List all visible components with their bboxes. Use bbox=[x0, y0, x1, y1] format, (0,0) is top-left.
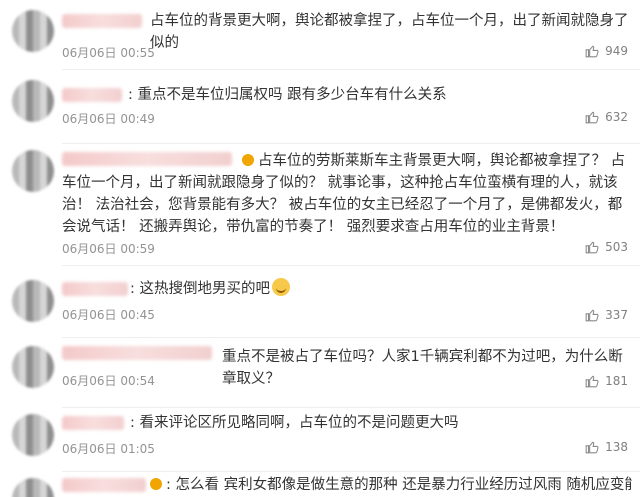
comment-text: : 看来评论区所见略同啊，占车位的不是问题更大吗 bbox=[130, 412, 632, 434]
comment-date: 06月06日 00:54 bbox=[62, 374, 155, 388]
comment-text: 重点不是被占了车位吗？人家1千辆宾利都不为过吧，为什么断章取义？ bbox=[222, 346, 632, 390]
comment-text-content: 占车位的劳斯莱斯车主背景更大啊，舆论都被拿捏了？ 占车位一个月，出了新闻就跟隐身… bbox=[62, 153, 626, 235]
badge-icon bbox=[242, 154, 254, 166]
username[interactable] bbox=[62, 346, 212, 360]
thumbs-up-icon bbox=[585, 111, 599, 124]
username[interactable] bbox=[62, 478, 146, 492]
thumbs-up-icon bbox=[585, 309, 599, 322]
avatar[interactable] bbox=[12, 414, 54, 456]
comment-text: 占车位的劳斯莱斯车主背景更大啊，舆论都被拿捏了？ 占车位一个月，出了新闻就跟隐身… bbox=[62, 150, 632, 238]
comment-item: : 重点不是车位归属权吗 跟有多少台车有什么关系 06月06日 00:49 63… bbox=[0, 70, 640, 144]
avatar[interactable] bbox=[12, 150, 54, 192]
like-count: 181 bbox=[605, 374, 628, 388]
comment-item: : 看来评论区所见略同啊，占车位的不是问题更大吗 06月06日 01:05 13… bbox=[0, 408, 640, 472]
comment-colon: : bbox=[128, 87, 138, 103]
comment-colon: : bbox=[166, 477, 176, 493]
avatar[interactable] bbox=[12, 280, 54, 322]
comment-text: : 重点不是车位归属权吗 跟有多少台车有什么关系 bbox=[128, 84, 632, 106]
comment-text-content: 占车位的背景更大啊，舆论都被拿捏了，占车位一个月，出了新闻就隐身了似的 bbox=[150, 13, 629, 51]
username[interactable] bbox=[62, 416, 124, 430]
like-button[interactable]: 632 bbox=[585, 110, 628, 124]
like-count: 949 bbox=[605, 44, 628, 58]
like-button[interactable]: 181 bbox=[585, 374, 628, 388]
like-button[interactable]: 138 bbox=[585, 440, 628, 454]
avatar[interactable] bbox=[12, 346, 54, 388]
username[interactable] bbox=[62, 282, 128, 296]
comment-date: 06月06日 00:45 bbox=[62, 308, 155, 322]
comment-item: : 怎么看 宾利女都像是做生意的那种 还是暴力行业经历过风雨 随机应变能力巨强 … bbox=[0, 472, 640, 497]
badge-icon bbox=[150, 478, 162, 490]
comment-colon: : bbox=[130, 281, 140, 297]
comment-date: 06月06日 00:49 bbox=[62, 112, 155, 126]
thumbs-up-icon bbox=[585, 45, 599, 58]
comment-date: 06月06日 00:59 bbox=[62, 242, 155, 256]
comment-text: 占车位的背景更大啊，舆论都被拿捏了，占车位一个月，出了新闻就隐身了似的 bbox=[150, 10, 632, 54]
like-count: 503 bbox=[605, 240, 628, 254]
comment-text-content: 这热搜倒地男买的吧 bbox=[139, 281, 271, 297]
comment-date: 06月06日 01:05 bbox=[62, 442, 155, 456]
comment-text: : 怎么看 宾利女都像是做生意的那种 还是暴力行业经历过风雨 随机应变能力巨强 … bbox=[150, 474, 632, 496]
like-button[interactable]: 337 bbox=[585, 308, 628, 322]
avatar[interactable] bbox=[12, 80, 54, 122]
like-count: 337 bbox=[605, 308, 628, 322]
thumbs-up-icon bbox=[585, 441, 599, 454]
like-button[interactable]: 503 bbox=[585, 240, 628, 254]
comment-text-content: 怎么看 宾利女都像是做生意的那种 还是暴力行业经历过风雨 随机应变能力巨强 不像 bbox=[175, 477, 633, 493]
avatar[interactable] bbox=[12, 478, 54, 497]
comment-item: 重点不是被占了车位吗？人家1千辆宾利都不为过吧，为什么断章取义？ 06月06日 … bbox=[0, 338, 640, 408]
comment-item: 占车位的劳斯莱斯车主背景更大啊，舆论都被拿捏了？ 占车位一个月，出了新闻就跟隐身… bbox=[0, 144, 640, 266]
username[interactable] bbox=[62, 14, 142, 28]
comment-item: : 这热搜倒地男买的吧 06月06日 00:45 337 bbox=[0, 266, 640, 338]
thumbs-up-icon bbox=[585, 375, 599, 388]
like-count: 632 bbox=[605, 110, 628, 124]
comment-text: : 这热搜倒地男买的吧 bbox=[130, 278, 632, 300]
comment-feed: 占车位的背景更大啊，舆论都被拿捏了，占车位一个月，出了新闻就隐身了似的 06月0… bbox=[0, 0, 640, 497]
comment-text-content: 重点不是被占了车位吗？人家1千辆宾利都不为过吧，为什么断章取义？ bbox=[222, 349, 623, 387]
grin-emoji-icon bbox=[272, 278, 290, 296]
thumbs-up-icon bbox=[585, 241, 599, 254]
comment-date: 06月06日 00:55 bbox=[62, 46, 155, 60]
comment-text-content: 看来评论区所见略同啊，占车位的不是问题更大吗 bbox=[139, 415, 459, 431]
comment-text-content: 重点不是车位归属权吗 跟有多少台车有什么关系 bbox=[137, 87, 447, 103]
like-button[interactable]: 949 bbox=[585, 44, 628, 58]
username[interactable] bbox=[62, 88, 122, 102]
comment-colon: : bbox=[130, 415, 140, 431]
like-count: 138 bbox=[605, 440, 628, 454]
avatar[interactable] bbox=[12, 10, 54, 52]
comment-item: 占车位的背景更大啊，舆论都被拿捏了，占车位一个月，出了新闻就隐身了似的 06月0… bbox=[0, 0, 640, 70]
